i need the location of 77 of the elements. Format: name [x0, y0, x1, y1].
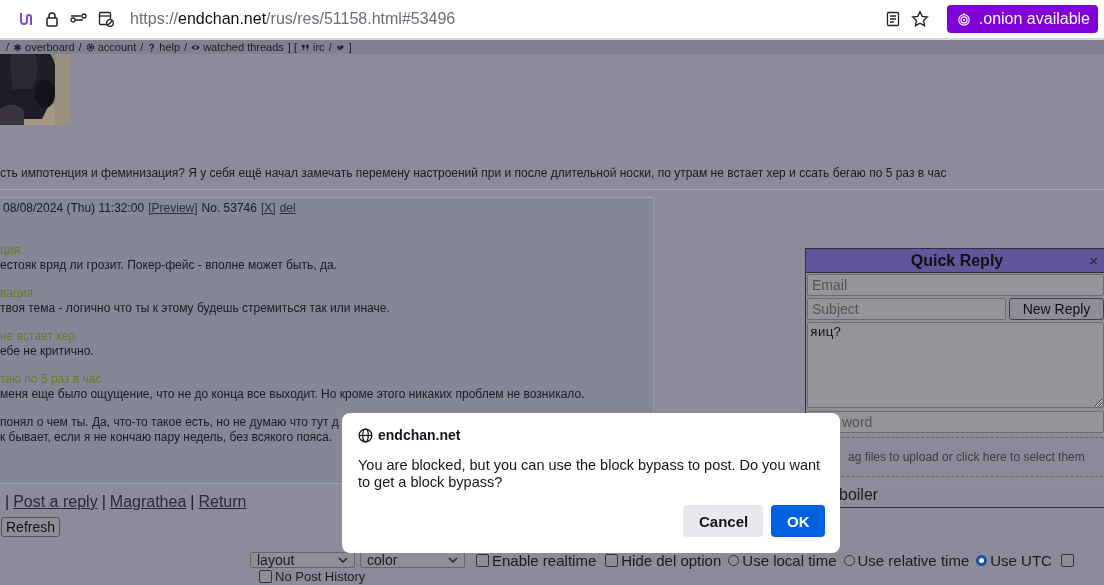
nav-link[interactable]: overboard — [13, 41, 75, 53]
post-date: 08/08/2024 (Thu) 11:32:00 — [3, 201, 145, 215]
option-label: Use UTC — [990, 551, 1052, 569]
quick-reply-title: Quick Reply — [910, 251, 1004, 270]
separator: / — [184, 41, 188, 53]
separator: / — [6, 41, 10, 53]
help-icon — [147, 42, 157, 52]
quote-text: таю по 5 раз в час — [0, 372, 102, 387]
option-label: Use local time — [742, 551, 837, 569]
footer-link[interactable]: Magrathea — [109, 493, 187, 511]
gear-icon — [85, 42, 95, 52]
dialog-title: endchan.net — [378, 427, 461, 443]
password-field[interactable]: word — [807, 411, 1104, 433]
quote-text: вация — [0, 286, 33, 301]
subject-field[interactable]: Subject — [807, 298, 1006, 320]
post-number: No. 53746 — [201, 201, 257, 215]
refresh-button[interactable]: Refresh — [1, 517, 61, 537]
caret-icon — [338, 557, 348, 563]
option-label: No Post History — [275, 568, 366, 584]
address-field[interactable]: https://endchan.net/rus/res/51158.html#53496 — [130, 10, 885, 28]
post-text: к бывает, если я не кончаю пару недель, без всякого пояса. — [0, 429, 333, 444]
radio-button[interactable] — [728, 554, 740, 566]
option-label: Use relative time — [857, 551, 970, 569]
dialog-message: You are blocked, but you can use the block bypass to post. Do you want to get a block bypass? — [358, 457, 822, 491]
bookmark-star-icon[interactable] — [910, 10, 929, 28]
post-text: естояк вряд ли грозит. Покер-фейс - вполне может быть, да. — [0, 257, 337, 272]
cancel-button[interactable]: Cancel — [683, 505, 763, 537]
separator: ] — [348, 41, 352, 53]
quote-text: не встает хер — [0, 329, 76, 344]
separator: ] [ — [287, 41, 297, 53]
option-label: Enable realtime — [492, 551, 597, 569]
post-text: меня еще было ощущение, что не до конца все выходит. Но кроме этого никаких проблем не возникало. — [0, 386, 585, 401]
onion-icon — [956, 11, 971, 27]
separator: / — [328, 41, 332, 53]
bird-icon[interactable] — [335, 42, 345, 52]
separator: / — [78, 41, 82, 53]
close-button[interactable]: × — [1089, 252, 1098, 269]
post-text: сть импотенция и феминизация? Я у себя ещё начал замечать перемену настроений при и после длительной носки, по утрам не встает хер и ссать бегаю по 5 раз в час — [0, 165, 948, 181]
separator: | — [5, 493, 10, 511]
radio-button[interactable] — [843, 554, 855, 566]
message-field[interactable]: яиц? — [807, 322, 1104, 408]
checkbox[interactable] — [1060, 553, 1074, 567]
globe-icon — [358, 427, 373, 443]
nav-link[interactable]: watched threads — [191, 41, 284, 53]
dropdown[interactable]: layout — [250, 552, 355, 568]
onion-available-button[interactable]: .onion available — [946, 5, 1098, 33]
post-text: понял о чем ты. Да, что-то такое есть, но не думаю что тут д — [0, 415, 339, 430]
checkbox[interactable] — [476, 553, 489, 567]
ok-button[interactable]: OK — [771, 505, 825, 537]
separator: / — [140, 41, 144, 53]
footer-link[interactable]: Return — [198, 493, 247, 511]
post-text: твоя тема - логично что ты к этому будешь стремиться так или иначе. — [0, 300, 390, 315]
spoiler-label: boiler — [838, 486, 879, 504]
radio-button[interactable] — [976, 554, 988, 566]
checkbox[interactable] — [259, 569, 272, 583]
footer-link[interactable]: Post a reply — [13, 493, 98, 511]
quote-icon — [301, 42, 310, 52]
reader-view-icon[interactable] — [884, 11, 901, 27]
option-label: Hide del option — [621, 551, 722, 569]
nav-link[interactable]: account — [85, 41, 137, 53]
asterisk-icon — [13, 42, 23, 52]
email-field[interactable]: Email — [807, 274, 1104, 296]
nav-link[interactable]: help — [147, 41, 181, 53]
quote-text: ция — [0, 243, 21, 258]
preview-link[interactable]: [Preview] — [148, 201, 198, 215]
del-link[interactable]: del — [279, 201, 296, 215]
separator: | — [190, 493, 195, 511]
lock-icon[interactable] — [44, 11, 60, 27]
extension-icon[interactable] — [18, 11, 34, 27]
page-blocked-icon[interactable] — [98, 11, 114, 27]
nav-link[interactable]: irc — [301, 41, 325, 53]
delete-link[interactable]: [X] — [260, 201, 276, 215]
separator: | — [101, 493, 106, 511]
caret-icon — [448, 557, 458, 563]
post-text: ебе не критично. — [0, 343, 94, 358]
new-reply-button[interactable]: New Reply — [1009, 298, 1104, 320]
checkbox[interactable] — [605, 553, 619, 567]
